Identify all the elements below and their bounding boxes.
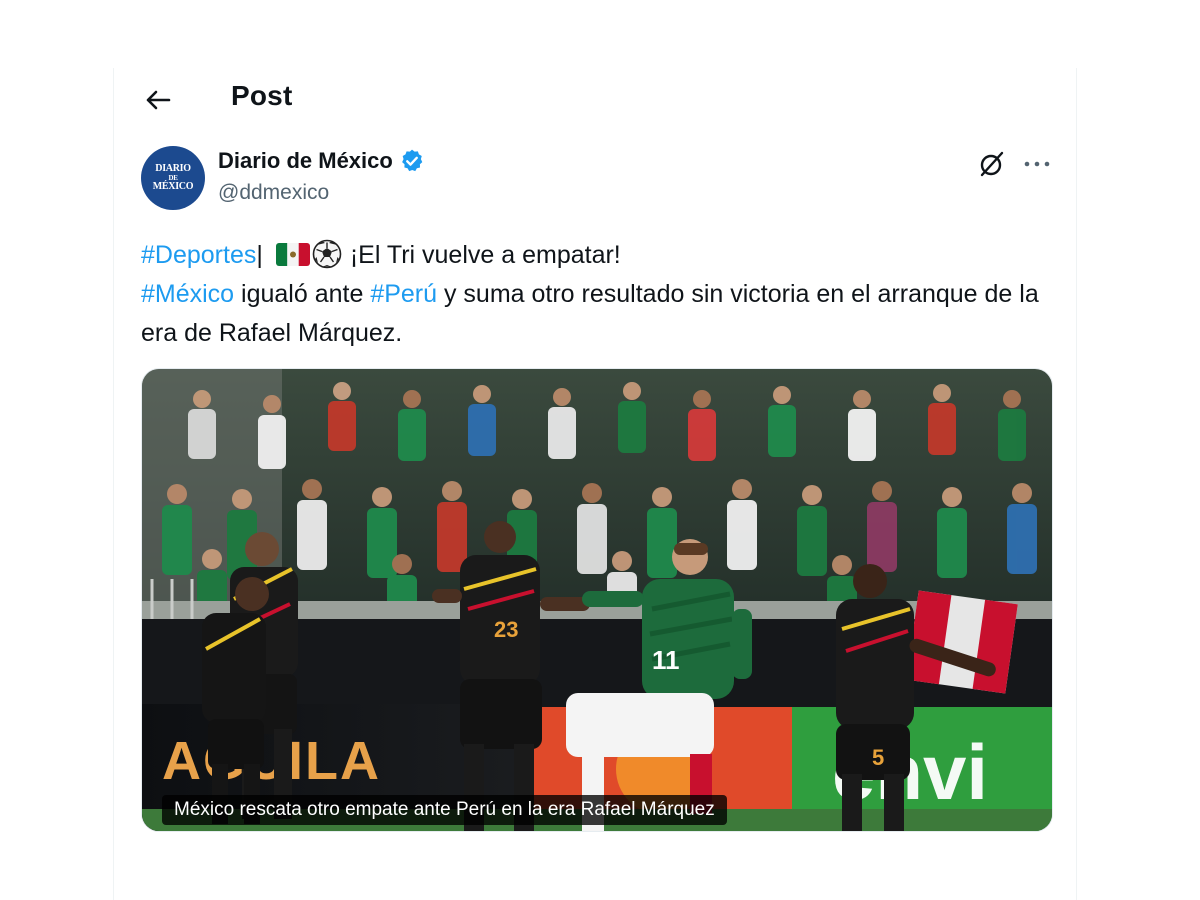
tweet-media-image[interactable]: AGUILA envi 23 11 5 México rescata otro … [141, 368, 1053, 832]
text-separator: | [256, 241, 263, 269]
avatar-logo-line-3: MÉXICO [152, 181, 194, 192]
jersey-number-peru-right: 5 [872, 745, 884, 770]
tweet-line1-text: ¡El Tri vuelve a empatar! [349, 241, 621, 269]
back-button[interactable] [138, 82, 178, 118]
verified-badge-icon [401, 149, 423, 172]
media-caption: México rescata otro empate ante Perú en … [162, 795, 727, 825]
avatar-logo-line-1: DIARIO [155, 163, 191, 174]
more-options-button[interactable] [1019, 148, 1055, 180]
more-options-icon [1024, 161, 1050, 167]
hashtag-peru[interactable]: #Perú [370, 280, 437, 308]
author-name-row: Diario de México [218, 148, 425, 174]
grok-button[interactable] [976, 148, 1008, 180]
author-handle[interactable]: @ddmexico [218, 181, 329, 205]
author-display-name[interactable]: Diario de México [218, 148, 393, 174]
page-title: Post [231, 80, 293, 111]
back-arrow-icon [146, 90, 171, 110]
hashtag-deportes[interactable]: #Deportes [141, 241, 256, 269]
jersey-number-mexico: 11 [652, 645, 680, 675]
tweet-text: #Deportes| ¡El Tri vuelve a empatar! #Mé… [141, 236, 1041, 353]
tweet-mid-text: igualó ante [234, 280, 371, 308]
soccer-ball-icon [312, 239, 342, 269]
post-header: Post [114, 68, 1076, 130]
grok-icon [980, 151, 1004, 177]
mexico-flag-icon [275, 243, 310, 266]
post-card: Post DIARIO DE MÉXICO Diario de México @… [113, 68, 1077, 900]
avatar[interactable]: DIARIO DE MÉXICO [141, 146, 205, 210]
hashtag-mexico[interactable]: #México [141, 280, 234, 308]
jersey-number-peru-center: 23 [494, 617, 518, 642]
match-photo: AGUILA envi 23 11 5 [142, 369, 1052, 831]
ad-board-left: AGUILA [162, 731, 381, 791]
